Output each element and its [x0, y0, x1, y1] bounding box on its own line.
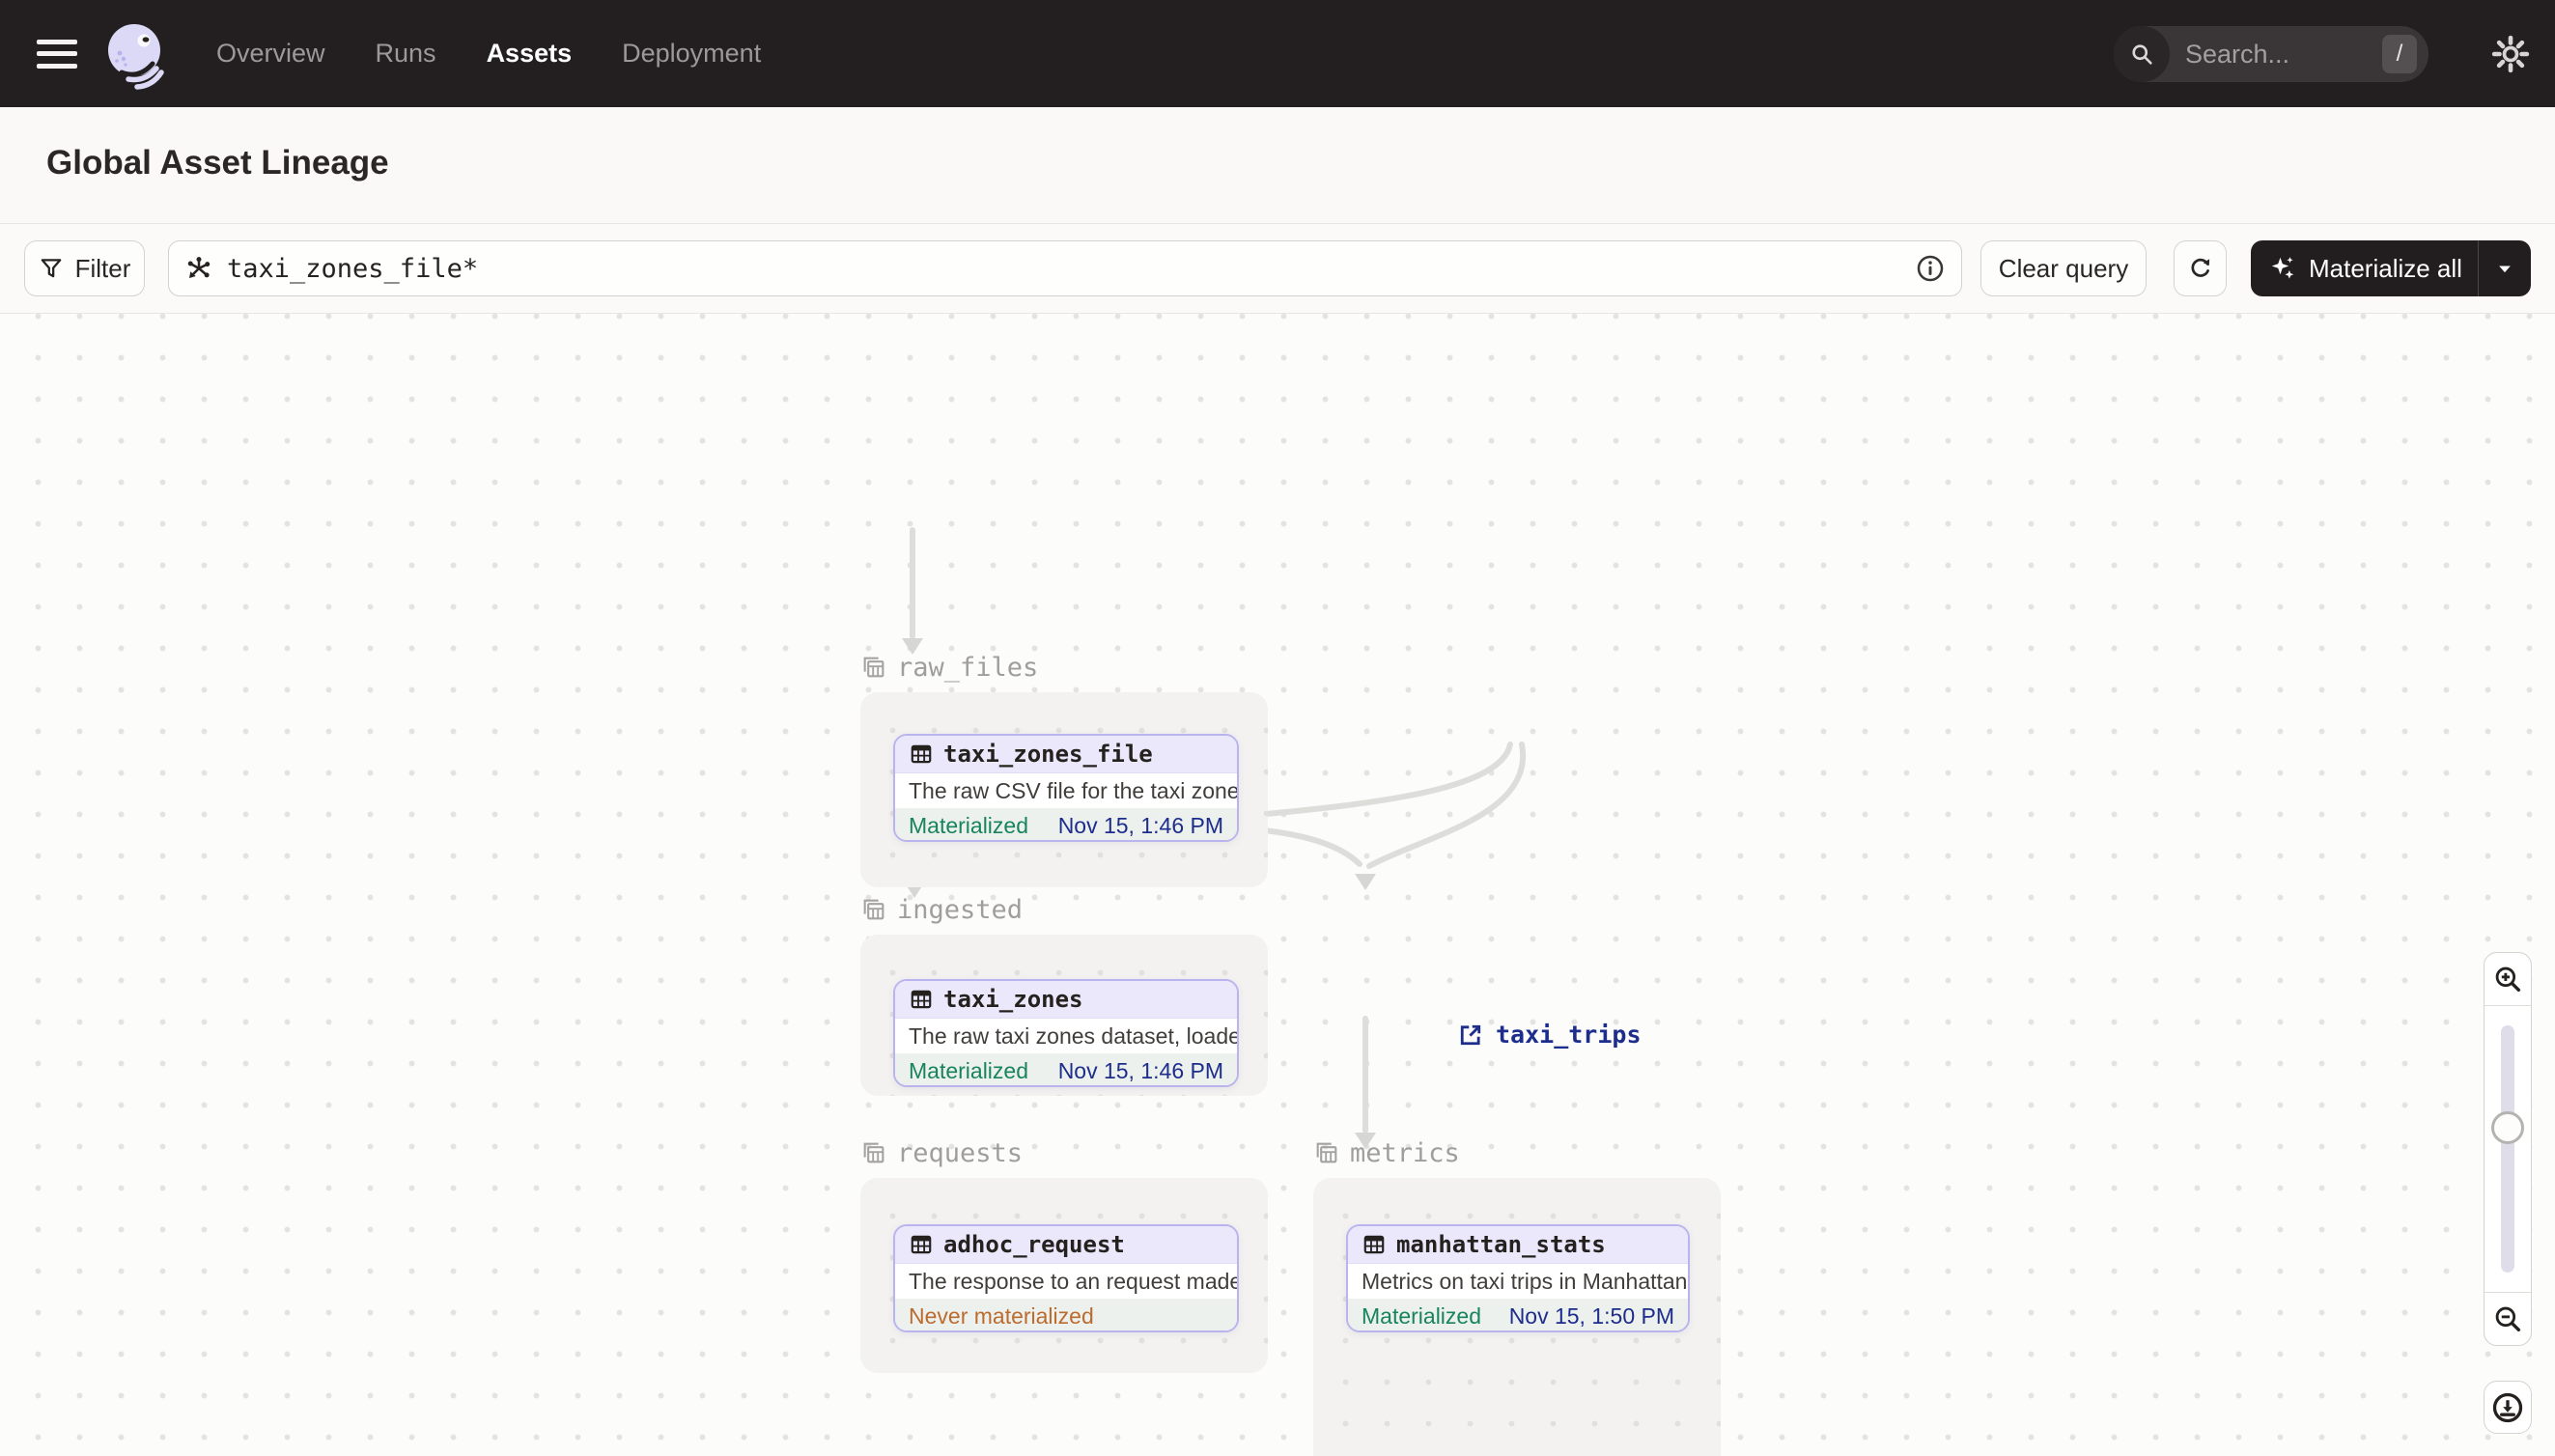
status-label: Never materialized [909, 1302, 1094, 1329]
top-navbar: Overview Runs Assets Deployment Search..… [0, 0, 2555, 107]
info-icon[interactable] [1915, 253, 1946, 284]
asset-selection-box [168, 240, 1962, 296]
asset-node-adhoc-request[interactable]: adhoc_request The response to an request… [893, 1224, 1239, 1332]
clear-query-button[interactable]: Clear query [1980, 240, 2147, 296]
nav-item-overview[interactable]: Overview [216, 39, 325, 69]
asset-name: manhattan_stats [1396, 1231, 1606, 1258]
asset-description: The response to an request made in th... [909, 1268, 1237, 1294]
group-label-ingested[interactable]: ingested [860, 894, 1023, 925]
nav-item-assets[interactable]: Assets [487, 39, 573, 69]
filter-button[interactable]: Filter [24, 240, 145, 296]
nav-item-runs[interactable]: Runs [376, 39, 436, 69]
external-asset-taxi-trips[interactable]: taxi_trips [1457, 1021, 1642, 1049]
settings-button[interactable] [2485, 29, 2536, 79]
asset-selection-icon [187, 257, 211, 278]
asset-status-row: Materialized Nov 15, 1:50 PM [1348, 1299, 1688, 1330]
status-label: Materialized [1362, 1302, 1481, 1329]
group-label-metrics[interactable]: metrics [1313, 1137, 1460, 1168]
refresh-icon [2191, 258, 2209, 277]
group-label-requests[interactable]: requests [860, 1137, 1023, 1168]
table-icon [1363, 1235, 1385, 1254]
filter-label: Filter [74, 253, 131, 283]
asset-group-icon [863, 657, 884, 678]
asset-node-header: taxi_zones [895, 981, 1237, 1019]
filter-funnel-icon [41, 259, 61, 278]
sparkle-icon [2271, 257, 2294, 279]
external-link-icon [1460, 1024, 1481, 1045]
asset-node-header: manhattan_stats [1348, 1226, 1688, 1264]
lineage-graph-canvas[interactable]: raw_files ingested requests metrics taxi… [0, 314, 2555, 1456]
asset-node-taxi-zones[interactable]: taxi_zones The raw taxi zones dataset, l… [893, 979, 1239, 1087]
materialize-all-button[interactable]: Materialize all [2251, 254, 2478, 284]
hamburger-menu-icon[interactable] [37, 39, 77, 69]
external-asset-name: taxi_trips [1496, 1021, 1642, 1049]
zoom-in-button[interactable] [2485, 953, 2531, 1006]
zoom-slider-thumb[interactable] [2491, 1111, 2524, 1144]
asset-name: adhoc_request [943, 1231, 1125, 1258]
asset-node-header: adhoc_request [895, 1226, 1237, 1264]
status-timestamp: Nov 15, 1:50 PM [1508, 1302, 1674, 1329]
gear-icon [2491, 35, 2530, 73]
status-timestamp: Nov 15, 1:46 PM [1057, 1057, 1223, 1083]
download-icon [2492, 1392, 2523, 1422]
search-icon [2114, 26, 2170, 82]
group-label-raw-files[interactable]: raw_files [860, 652, 1038, 683]
zoom-out-icon [2495, 1306, 2521, 1332]
asset-query-input[interactable] [225, 252, 1903, 285]
status-timestamp: Nov 15, 1:46 PM [1057, 812, 1223, 838]
asset-node-manhattan-stats[interactable]: manhattan_stats Metrics on taxi trips in… [1346, 1224, 1690, 1332]
asset-description: The raw taxi zones dataset, loaded int..… [909, 1022, 1237, 1049]
asset-group-icon [863, 899, 884, 920]
chevron-down-icon [2499, 266, 2511, 273]
nav-menu: Overview Runs Assets Deployment [216, 39, 761, 69]
zoom-slider-track[interactable] [2501, 1025, 2514, 1273]
asset-name: taxi_zones [943, 986, 1083, 1013]
clear-query-label: Clear query [1998, 253, 2129, 283]
group-name: raw_files [897, 652, 1039, 683]
table-icon [911, 990, 932, 1009]
search-input[interactable]: Search... / [2114, 26, 2429, 82]
asset-group-icon [1316, 1142, 1337, 1163]
table-icon [911, 1235, 932, 1254]
group-name: metrics [1350, 1137, 1460, 1168]
nav-item-deployment[interactable]: Deployment [622, 39, 761, 69]
asset-status-row: Materialized Nov 15, 1:46 PM [895, 1053, 1237, 1085]
dagster-logo-icon[interactable] [102, 17, 170, 91]
page-header: Global Asset Lineage Reload definitions [0, 107, 2555, 306]
search-placeholder: Search... [2185, 39, 2290, 69]
asset-group-icon [863, 1142, 884, 1163]
status-label: Materialized [909, 812, 1028, 838]
group-name: ingested [897, 894, 1024, 925]
search-shortcut-badge: / [2382, 35, 2417, 73]
refresh-graph-button[interactable] [2174, 240, 2227, 296]
asset-description: Metrics on taxi trips in Manhattan [1362, 1268, 1688, 1294]
materialize-all-label: Materialize all [2309, 253, 2462, 283]
zoom-control-panel [2484, 952, 2532, 1346]
status-label: Materialized [909, 1057, 1028, 1083]
page-title: Global Asset Lineage [46, 144, 389, 182]
zoom-in-icon [2495, 966, 2521, 993]
asset-node-header: taxi_zones_file [895, 736, 1237, 773]
materialize-all-split-button: Materialize all [2251, 240, 2531, 296]
asset-status-row: Never materialized [895, 1299, 1237, 1330]
asset-node-taxi-zones-file[interactable]: taxi_zones_file The raw CSV file for the… [893, 734, 1239, 842]
group-name: requests [897, 1137, 1024, 1168]
download-graph-button[interactable] [2484, 1381, 2532, 1434]
asset-description: The raw CSV file for the taxi zones dat.… [909, 777, 1237, 803]
edge-taxi-trips-to-manhattan-stats [1366, 742, 1527, 869]
zoom-slider[interactable] [2485, 1006, 2531, 1292]
lineage-toolbar: Filter Clear query [0, 224, 2555, 314]
asset-name: taxi_zones_file [943, 741, 1153, 768]
table-icon [911, 744, 932, 764]
asset-status-row: Materialized Nov 15, 1:46 PM [895, 808, 1237, 840]
materialize-options-button[interactable] [2479, 259, 2531, 278]
lineage-edges [902, 527, 1527, 1149]
zoom-out-button[interactable] [2485, 1292, 2531, 1345]
